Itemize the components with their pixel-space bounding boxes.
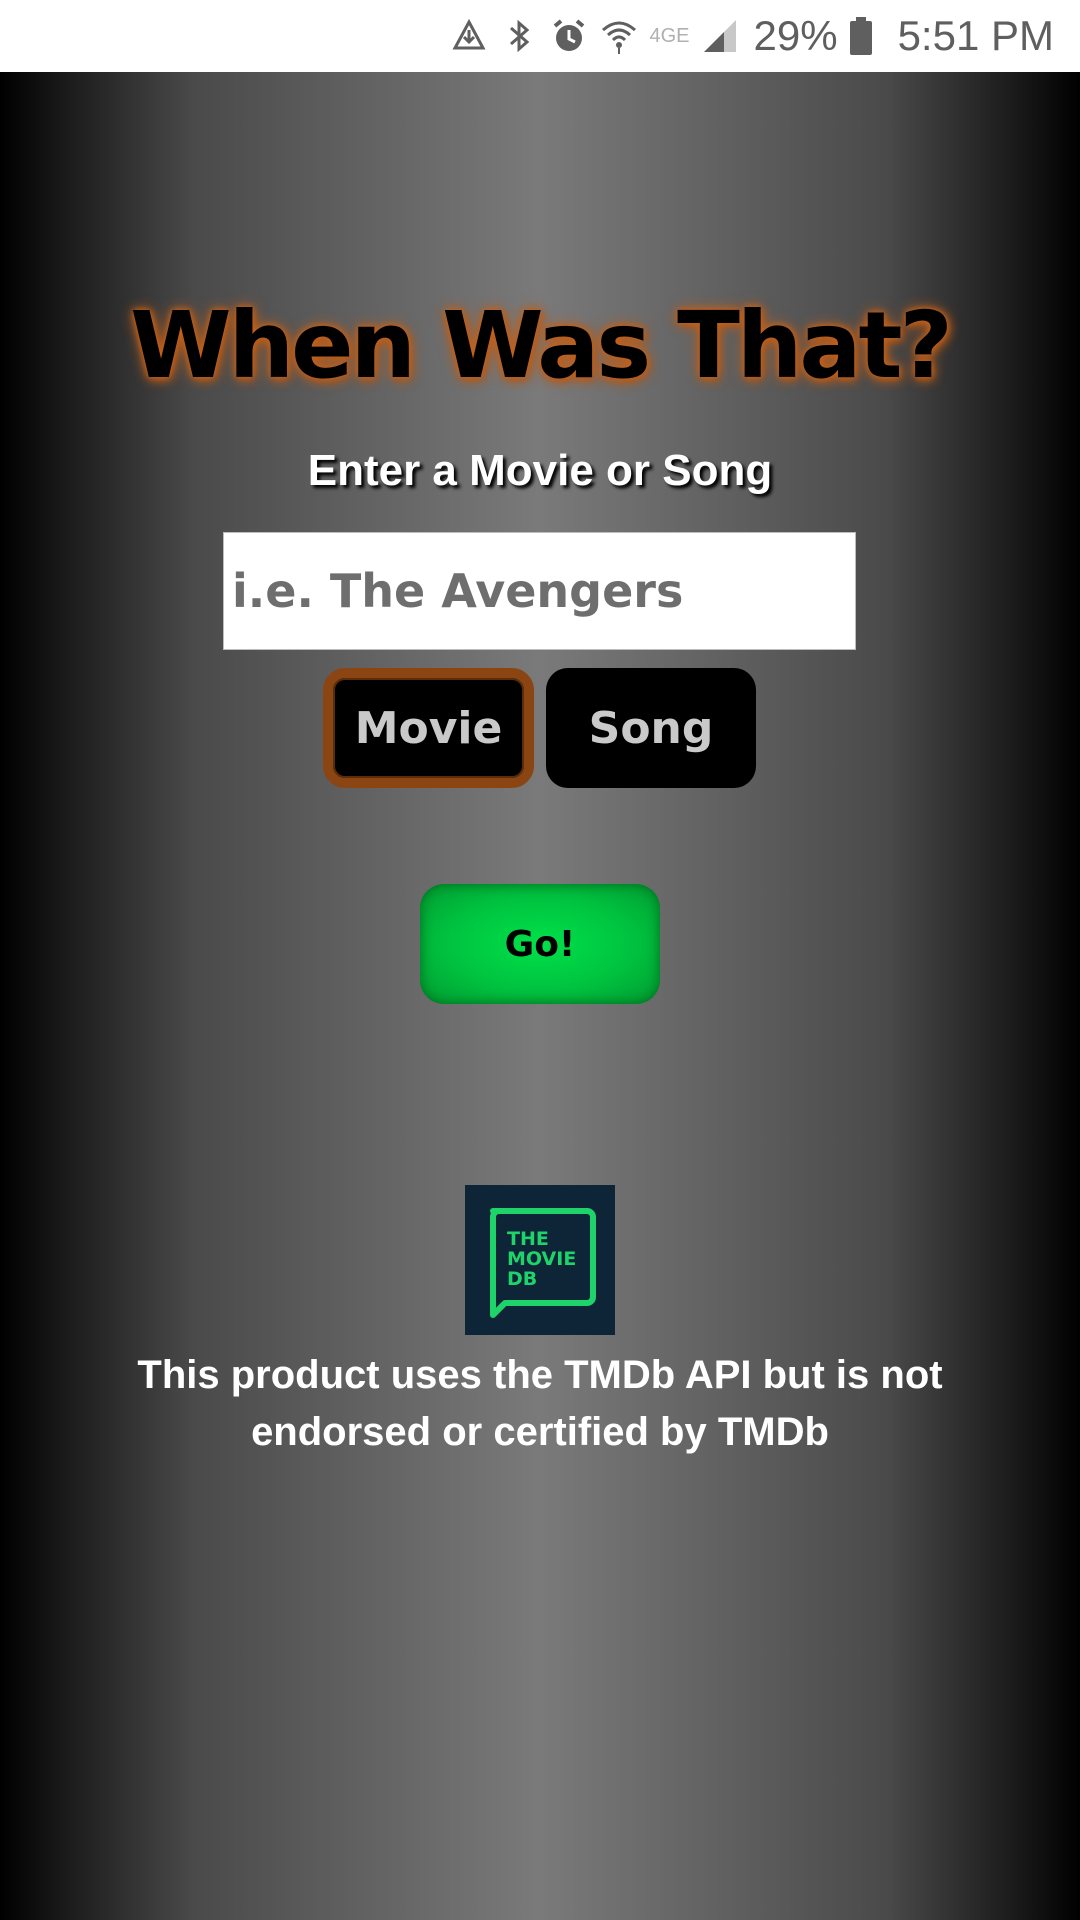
- clock: 5:51 PM: [897, 12, 1054, 59]
- logo-line-db: DB: [507, 1268, 537, 1290]
- battery-icon: [848, 16, 874, 56]
- network-type: 4GE: [649, 25, 690, 47]
- data-saver-icon: [449, 16, 489, 56]
- wifi-icon: [599, 16, 639, 56]
- song-toggle-button[interactable]: Song: [546, 668, 756, 788]
- battery-percent: 29%: [753, 12, 838, 59]
- search-input[interactable]: [223, 532, 856, 650]
- bluetooth-icon: [499, 16, 539, 56]
- movie-toggle-button[interactable]: Movie: [323, 668, 534, 788]
- signal-icon: [700, 16, 740, 56]
- alarm-icon: [549, 16, 589, 56]
- go-button[interactable]: Go!: [420, 884, 660, 1004]
- movie-toggle-label: Movie: [354, 702, 503, 754]
- song-toggle-label: Song: [588, 702, 714, 754]
- tmdb-logo: THE MOVIE DB: [465, 1185, 615, 1335]
- logo-line-movie: MOVIE: [507, 1248, 576, 1270]
- search-prompt: Enter a Movie or Song: [307, 446, 773, 495]
- go-button-label: Go!: [504, 923, 576, 965]
- logo-line-the: THE: [507, 1228, 549, 1250]
- status-bar: 4GE 29% 5:51 PM: [0, 0, 1080, 72]
- app-screen: When Was That? Enter a Movie or Song Mov…: [0, 72, 1080, 1920]
- app-title: When Was That?: [130, 292, 953, 399]
- tmdb-attribution: This product uses the TMDb API but is no…: [137, 1353, 943, 1454]
